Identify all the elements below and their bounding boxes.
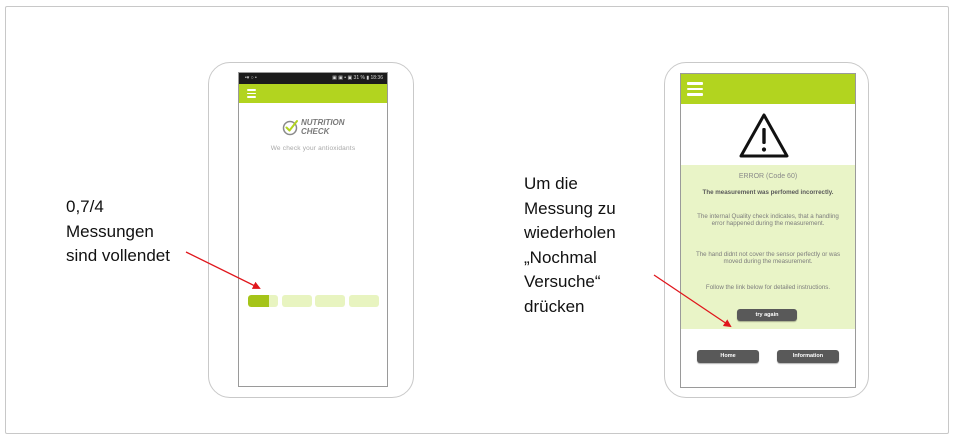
annotation-right-line-5: Versuche“ (524, 272, 601, 291)
error-paragraph-sensor: The hand didnt not cover the sensor perf… (695, 251, 841, 265)
progress-segment (349, 295, 379, 307)
status-bar: •▾ ○ • ▣ ▣ • ▣ 31 % ▮ 18:36 (239, 73, 387, 84)
annotation-right-line-4: „Nochmal (524, 247, 597, 267)
progress-segment-fill (248, 295, 269, 307)
progress-segment (281, 295, 312, 307)
app-bar (239, 84, 387, 103)
logo-wordmark: NUTRITION CHECK (301, 118, 345, 136)
information-button[interactable]: Information (777, 350, 839, 363)
try-again-button[interactable]: try again (737, 309, 797, 321)
annotation-right-line-1: Um die (524, 174, 578, 193)
annotation-left: 0,7/4 Messungen sind vollendet (66, 195, 170, 269)
progress-segment (248, 295, 278, 307)
phone-screen-measurement: •▾ ○ • ▣ ▣ • ▣ 31 % ▮ 18:36 NUTRITION CH… (238, 72, 388, 387)
annotation-right-line-6: drücken (524, 296, 585, 316)
progress-segment (315, 295, 346, 307)
phone-screen-error: ERROR (Code 60) The measurement was perf… (680, 73, 856, 388)
tagline: We check your antioxidants (270, 145, 356, 152)
measurement-progress-bar (248, 295, 379, 307)
annotation-right-line-2: Messung zu (524, 198, 616, 218)
logo-line-2: CHECK (301, 126, 330, 136)
error-paragraph-instructions: Follow the link below for detailed instr… (705, 284, 831, 291)
annotation-right: Um die Messung zu wiederholen „Nochmal V… (524, 172, 616, 319)
annotation-right-line-3: wiederholen (524, 223, 616, 242)
app-bar (681, 74, 855, 104)
annotation-left-line-1: 0,7/4 (66, 197, 104, 216)
nutrition-check-logo-icon (282, 120, 298, 136)
error-heading: The measurement was perfomed incorrectly… (702, 189, 834, 196)
home-button[interactable]: Home (697, 350, 759, 363)
error-paragraph-quality-check: The internal Quality check indicates, th… (697, 213, 839, 227)
error-code: ERROR (Code 60) (738, 173, 798, 180)
hamburger-menu-icon[interactable] (247, 89, 256, 100)
hamburger-menu-icon[interactable] (687, 82, 703, 99)
status-bar-right-info: ▣ ▣ • ▣ 31 % ▮ 18:36 (332, 75, 383, 81)
annotation-left-line-3: sind vollendet (66, 246, 170, 265)
status-bar-left-icons: •▾ ○ • (245, 75, 257, 81)
warning-triangle-icon (739, 113, 789, 158)
nutrition-check-logo: NUTRITION CHECK (281, 117, 371, 139)
annotation-left-line-2: Messungen (66, 221, 154, 241)
error-panel: ERROR (Code 60) The measurement was perf… (681, 165, 855, 329)
